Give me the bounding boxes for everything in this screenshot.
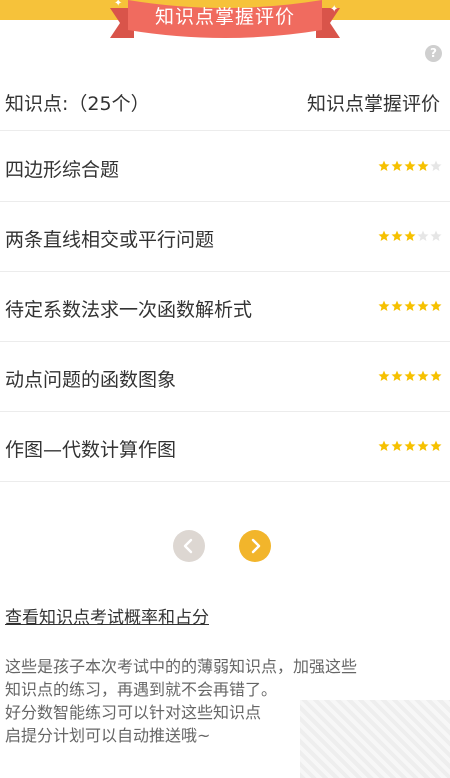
topic-label: 作图—代数计算作图 [5, 439, 177, 461]
star-filled-icon [404, 370, 416, 381]
star-filled-icon [430, 300, 442, 311]
topic-label: 待定系数法求一次函数解析式 [5, 299, 253, 321]
sparkle-icon: ✦ [114, 0, 123, 9]
prev-page-button[interactable] [173, 530, 205, 562]
star-rating [378, 230, 442, 242]
star-filled-icon [391, 370, 403, 381]
help-icon[interactable]: ? [425, 45, 442, 62]
star-filled-icon [391, 230, 403, 241]
topic-row[interactable]: 两条直线相交或平行问题 [0, 201, 450, 271]
star-filled-icon [430, 440, 442, 451]
star-filled-icon [378, 160, 390, 171]
pager [173, 530, 277, 562]
divider [0, 481, 450, 482]
star-rating [378, 300, 442, 312]
description-line: 这些是孩子本次考试中的的薄弱知识点，加强这些 [5, 657, 358, 676]
star-filled-icon [417, 160, 429, 171]
star-filled-icon [391, 300, 403, 311]
star-rating [378, 370, 442, 382]
star-filled-icon [417, 300, 429, 311]
star-filled-icon [417, 440, 429, 451]
sparkle-icon: ✦ [330, 4, 339, 15]
topic-label: 四边形综合题 [5, 159, 120, 181]
topic-label: 两条直线相交或平行问题 [5, 229, 215, 251]
star-empty-icon [417, 230, 429, 241]
star-rating [378, 160, 442, 172]
star-filled-icon [378, 440, 390, 451]
star-filled-icon [417, 370, 429, 381]
star-filled-icon [404, 230, 416, 241]
chevron-right-icon [251, 538, 261, 554]
ribbon-title: 知识点掌握评价 [154, 6, 295, 28]
star-filled-icon [430, 370, 442, 381]
topic-label: 动点问题的函数图象 [5, 369, 177, 391]
star-filled-icon [378, 370, 390, 381]
star-filled-icon [378, 230, 390, 241]
title-ribbon: 知识点掌握评价 ✦ ✦ [108, 0, 342, 42]
topic-row[interactable]: 动点问题的函数图象 [0, 341, 450, 411]
blurred-overlay [300, 700, 450, 778]
star-filled-icon [404, 440, 416, 451]
topic-row[interactable]: 四边形综合题 [0, 131, 450, 201]
star-filled-icon [391, 160, 403, 171]
topic-row[interactable]: 作图—代数计算作图 [0, 411, 450, 481]
mastery-column-label: 知识点掌握评价 [306, 93, 440, 115]
description-line: 知识点的练习，再遇到就不会再错了。 [5, 680, 278, 699]
star-filled-icon [391, 440, 403, 451]
star-filled-icon [404, 160, 416, 171]
star-empty-icon [430, 160, 442, 171]
star-filled-icon [404, 300, 416, 311]
topic-row[interactable]: 待定系数法求一次函数解析式 [0, 271, 450, 341]
topic-count-label: 知识点:（25个） [5, 93, 150, 115]
next-page-button[interactable] [239, 530, 271, 562]
view-probability-link[interactable]: 查看知识点考试概率和占分 [5, 603, 209, 628]
star-rating [378, 440, 442, 452]
list-header: 知识点:（25个） 知识点掌握评价 [0, 82, 450, 130]
chevron-left-icon [183, 538, 193, 554]
star-filled-icon [378, 300, 390, 311]
star-empty-icon [430, 230, 442, 241]
